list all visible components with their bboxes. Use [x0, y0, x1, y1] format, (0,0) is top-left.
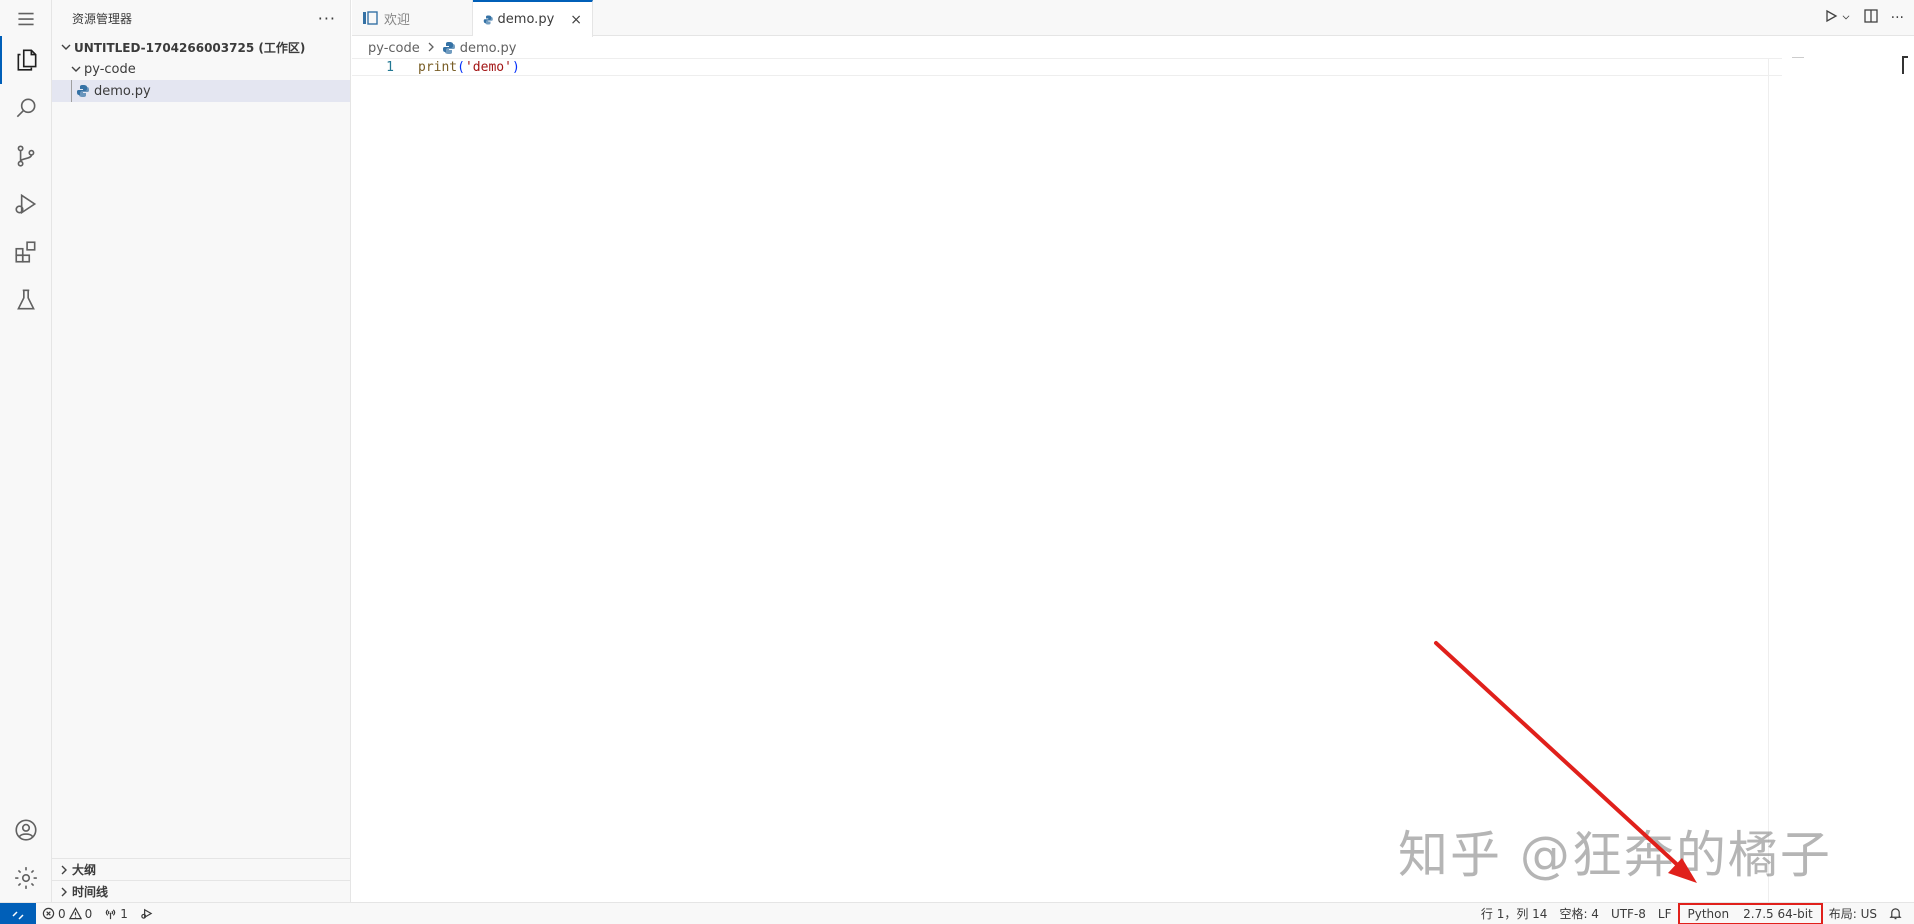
line-number: 1: [386, 59, 394, 75]
tab-welcome[interactable]: 欢迎: [352, 0, 473, 36]
chevron-down-icon: [68, 63, 84, 75]
indentation[interactable]: 空格: 4: [1553, 903, 1605, 924]
timeline-section[interactable]: 时间线: [52, 880, 350, 902]
extensions-icon[interactable]: [0, 228, 52, 276]
tab-demo-py[interactable]: demo.py ×: [473, 0, 593, 37]
editor-actions: ···: [1823, 0, 1904, 36]
more-actions-icon[interactable]: ···: [318, 9, 336, 28]
debug-indicator[interactable]: [134, 903, 159, 924]
close-icon[interactable]: ×: [570, 12, 582, 28]
run-debug-icon[interactable]: [0, 180, 52, 228]
python-file-icon: [483, 14, 493, 25]
menu-icon[interactable]: [0, 0, 52, 38]
status-bar: 0 0 1 行 1，列 14 空格: 4 UTF-8 LF Python 2.7…: [0, 902, 1914, 924]
outline-label: 大纲: [72, 863, 97, 877]
breadcrumb: py-code demo.py: [352, 37, 1914, 59]
python-interpreter[interactable]: 2.7.5 64-bit: [1743, 907, 1813, 921]
folder-py-code[interactable]: py-code: [52, 58, 350, 80]
breadcrumb-folder[interactable]: py-code: [368, 41, 420, 56]
sidebar-title: 资源管理器: [72, 11, 133, 26]
code-paren: (: [457, 59, 465, 75]
notifications-bell-icon[interactable]: [1883, 903, 1908, 924]
workspace-root[interactable]: UNTITLED-1704266003725 (工作区): [52, 36, 350, 58]
chevron-down-icon[interactable]: [1841, 10, 1851, 26]
overview-ruler-mark: [1902, 56, 1908, 74]
breadcrumb-file[interactable]: demo.py: [460, 41, 517, 56]
end-of-line[interactable]: LF: [1652, 903, 1678, 924]
problems-indicator[interactable]: 0 0: [36, 903, 98, 924]
folder-label: py-code: [84, 61, 136, 77]
chevron-right-icon: [56, 864, 72, 876]
welcome-icon: [363, 11, 378, 25]
highlight-box: Python 2.7.5 64-bit: [1677, 902, 1823, 924]
editor-tab-bar: 欢迎 demo.py × ···: [352, 0, 1914, 37]
activity-bar: [0, 0, 52, 902]
ports-indicator[interactable]: 1: [98, 903, 134, 924]
radio-tower-icon: [106, 909, 116, 920]
testing-icon[interactable]: [0, 276, 52, 324]
tab-label: demo.py: [497, 12, 555, 27]
code-paren: ): [511, 59, 520, 75]
warning-count: 0: [84, 906, 93, 921]
more-actions-icon[interactable]: ···: [1891, 10, 1904, 26]
debug-icon: [141, 908, 153, 919]
outline-section[interactable]: 大纲: [52, 858, 350, 880]
chevron-right-icon: [426, 41, 436, 56]
tab-label: 欢迎: [384, 12, 411, 28]
status-bar-right: 行 1，列 14 空格: 4 UTF-8 LF Python 2.7.5 64-…: [1475, 902, 1914, 924]
error-icon: [42, 907, 55, 920]
cursor-position[interactable]: 行 1，列 14: [1475, 903, 1554, 924]
file-demo-py[interactable]: demo.py: [52, 80, 350, 102]
code-function: print: [418, 59, 458, 75]
sidebar-bottom-sections: 大纲 时间线: [52, 858, 350, 902]
remote-indicator[interactable]: [0, 902, 36, 924]
chevron-right-icon: [56, 886, 72, 898]
vertical-scrollbar[interactable]: [1768, 58, 1782, 902]
minimap[interactable]: [1792, 57, 1804, 58]
python-file-icon: [77, 85, 89, 97]
search-icon[interactable]: [0, 84, 52, 132]
run-python-icon[interactable]: [1823, 8, 1839, 28]
watermark: 知乎 @狂奔的橘子: [1398, 826, 1832, 884]
code-line[interactable]: 1 print('demo'): [352, 58, 1782, 76]
warning-icon: [68, 907, 82, 920]
encoding[interactable]: UTF-8: [1605, 903, 1652, 924]
code-text[interactable]: print('demo'): [418, 60, 520, 75]
explorer-sidebar: 资源管理器 ··· UNTITLED-1704266003725 (工作区) p…: [52, 0, 351, 902]
chevron-down-icon: [58, 41, 74, 53]
error-count: 0: [58, 906, 66, 921]
split-editor-icon[interactable]: [1863, 8, 1879, 28]
python-file-icon: [442, 42, 455, 54]
account-icon[interactable]: [0, 806, 52, 854]
workspace-label: UNTITLED-1704266003725 (工作区): [74, 40, 306, 55]
ports-count: 1: [120, 906, 128, 921]
sidebar-header: 资源管理器 ···: [52, 0, 350, 36]
code-string: 'demo': [464, 59, 512, 75]
keyboard-layout[interactable]: 布局: US: [1823, 903, 1883, 924]
explorer-icon[interactable]: [0, 36, 52, 84]
source-control-icon[interactable]: [0, 132, 52, 180]
timeline-label: 时间线: [72, 885, 109, 899]
remote-icon: [12, 910, 24, 920]
code-editor[interactable]: 1 print('demo'): [352, 58, 1782, 902]
language-mode[interactable]: Python: [1688, 907, 1730, 921]
file-label: demo.py: [94, 83, 151, 99]
settings-gear-icon[interactable]: [0, 854, 52, 902]
